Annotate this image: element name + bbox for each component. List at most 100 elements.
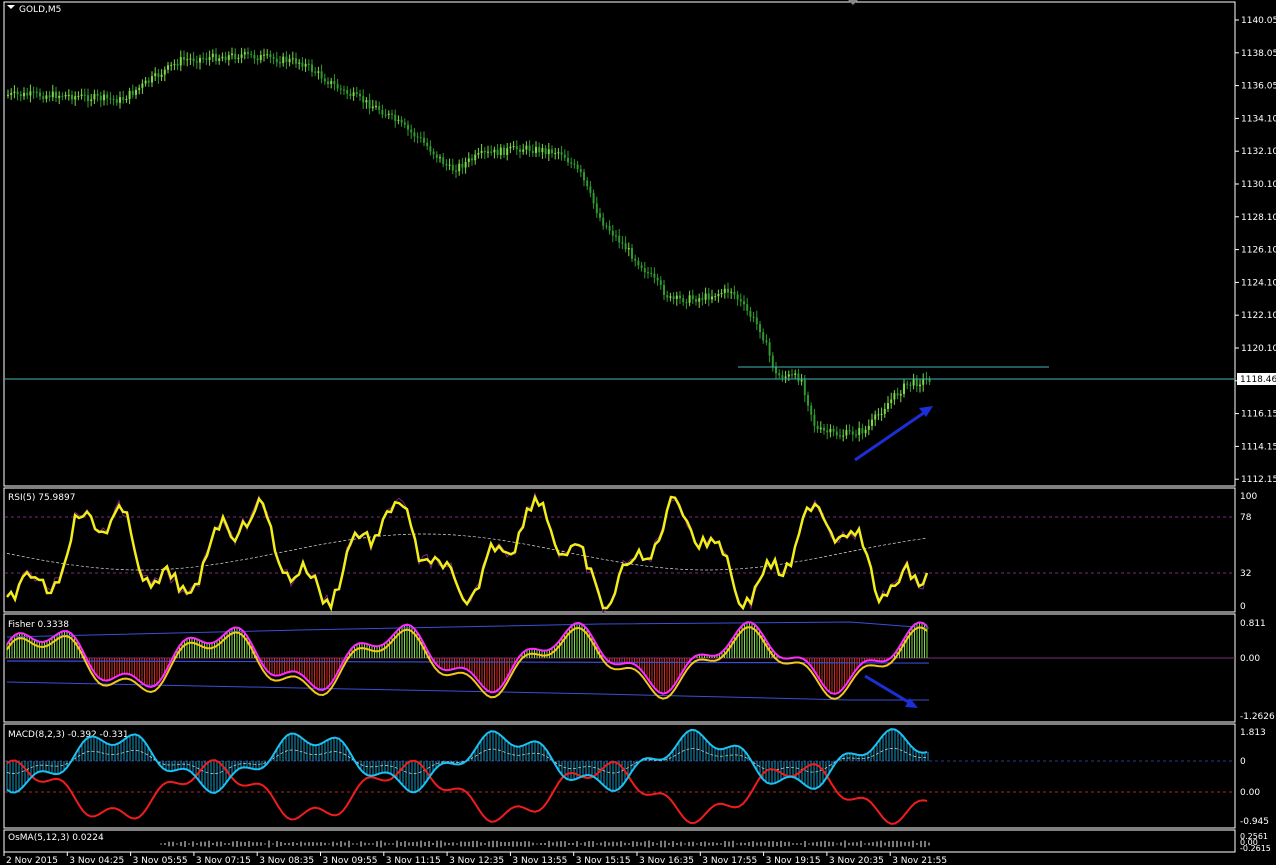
candle-body bbox=[464, 162, 467, 168]
osma-bar bbox=[884, 842, 886, 846]
candle-body bbox=[205, 58, 208, 60]
candle-body bbox=[23, 92, 25, 97]
rsi-tick: 78 bbox=[1240, 513, 1252, 523]
candle-body bbox=[330, 81, 333, 85]
osma-bar bbox=[472, 840, 474, 848]
candle-body bbox=[288, 58, 291, 63]
osma-bar bbox=[680, 841, 682, 847]
time-tick-label: 3 Nov 19:15 bbox=[766, 856, 821, 865]
candle-body bbox=[784, 376, 787, 378]
candle-body bbox=[791, 374, 793, 376]
candle-body bbox=[317, 71, 320, 73]
osma-bar bbox=[316, 842, 318, 846]
candle-body bbox=[13, 91, 16, 93]
osma-bar bbox=[424, 841, 426, 847]
osma-bar bbox=[832, 841, 834, 847]
candle-body bbox=[883, 408, 886, 414]
macd-pane[interactable]: MACD(8,2,3) -0.392 -0.331 1.813 0 0.00 -… bbox=[3, 723, 1269, 829]
candle-body bbox=[339, 88, 342, 90]
time-axis: 2 Nov 2015 3 Nov 04:25 3 Nov 05:55 3 Nov 07… bbox=[3, 851, 1235, 865]
candle-body bbox=[490, 151, 493, 153]
chart-window[interactable]: GOLD,M5 1140.05 1138.05 1136.05 1134.10 1132… bbox=[0, 0, 1276, 865]
osma-bar bbox=[196, 843, 198, 845]
osma-bar bbox=[604, 841, 606, 847]
osma-bar bbox=[204, 841, 206, 847]
candle-body bbox=[499, 147, 502, 156]
osma-bar bbox=[888, 841, 890, 847]
candle-body bbox=[272, 57, 275, 59]
osma-pane[interactable]: OsMA(5,12,3) 0.0224 0.2561 0.00 -0.2615 bbox=[3, 829, 1271, 853]
candle-body bbox=[448, 164, 451, 166]
candle-body bbox=[759, 324, 761, 333]
osma-bar bbox=[436, 840, 438, 848]
candle-body bbox=[381, 110, 384, 115]
price-tick-label: 1134.10 bbox=[1241, 114, 1276, 124]
osma-bar bbox=[644, 841, 646, 847]
uptrend-arrow[interactable] bbox=[854, 406, 933, 462]
osma-bar bbox=[736, 843, 738, 845]
candle-body bbox=[442, 157, 445, 164]
osma-bar bbox=[892, 840, 894, 848]
osma-bar bbox=[580, 843, 582, 845]
candle-body bbox=[451, 164, 454, 171]
candle-body bbox=[695, 299, 697, 302]
osma-bar bbox=[376, 841, 378, 847]
candle-body bbox=[253, 54, 256, 59]
candle-body bbox=[771, 355, 774, 368]
osma-bar bbox=[804, 840, 806, 848]
osma-bar bbox=[912, 840, 914, 848]
time-tick-label: 2 Nov 2015 bbox=[6, 856, 58, 865]
osma-bar bbox=[904, 842, 906, 846]
osma-bar bbox=[532, 842, 534, 846]
osma-bar bbox=[852, 842, 854, 846]
candle-body bbox=[867, 425, 870, 430]
candle-body bbox=[589, 186, 592, 193]
fisher-tick: 0.811 bbox=[1240, 619, 1266, 629]
candle-body bbox=[215, 53, 217, 62]
fisher-pane[interactable]: Fisher 0.3338 0.811 0.00 -1.2626 bbox=[3, 613, 1275, 723]
osma-bar bbox=[624, 842, 626, 846]
osma-bar bbox=[516, 841, 518, 847]
time-tick-label: 3 Nov 12:35 bbox=[449, 856, 504, 865]
time-tick-label: 3 Nov 07:15 bbox=[196, 856, 251, 865]
osma-bar bbox=[208, 840, 210, 848]
candle-body bbox=[848, 430, 851, 432]
candle-body bbox=[423, 137, 425, 143]
candle-body bbox=[144, 80, 147, 84]
osma-bar bbox=[464, 841, 466, 847]
candle-body bbox=[109, 98, 112, 100]
candle-body bbox=[611, 230, 614, 236]
fisher-down-arrow[interactable] bbox=[864, 674, 918, 708]
osma-bar bbox=[928, 842, 930, 846]
osma-bar bbox=[432, 843, 434, 845]
osma-bar bbox=[704, 841, 706, 847]
candle-body bbox=[503, 147, 505, 155]
osma-bar bbox=[300, 841, 302, 847]
osma-bar bbox=[780, 840, 782, 848]
candle-body bbox=[154, 73, 157, 77]
candle-body bbox=[250, 53, 253, 55]
osma-bar bbox=[276, 841, 278, 847]
osma-bar bbox=[536, 843, 538, 845]
candle-body bbox=[496, 149, 499, 156]
osma-bar bbox=[696, 843, 698, 845]
candle-body bbox=[631, 248, 633, 259]
candle-body bbox=[435, 154, 438, 158]
symbol-dropdown-icon[interactable] bbox=[7, 5, 15, 9]
price-tick-label: 1130.10 bbox=[1241, 180, 1276, 190]
osma-bar bbox=[256, 842, 258, 846]
osma-bar bbox=[760, 841, 762, 847]
macd-axis: 1.813 0 0.00 -0.945 bbox=[1240, 728, 1269, 827]
candle-body bbox=[362, 96, 365, 103]
main-price-pane[interactable]: GOLD,M5 1140.05 1138.05 1136.05 1134.10 1132… bbox=[3, 0, 1276, 487]
osma-bar bbox=[924, 840, 926, 848]
candle-body bbox=[531, 150, 534, 153]
macd-label: MACD(8,2,3) -0.392 -0.331 bbox=[8, 730, 129, 740]
osma-bar bbox=[756, 842, 758, 846]
osma-bar bbox=[616, 842, 618, 846]
osma-bar bbox=[800, 843, 802, 845]
rsi-pane[interactable]: RSI(5) 75.9897 100 78 32 0 bbox=[3, 487, 1257, 615]
candle-body bbox=[650, 272, 653, 274]
osma-bar bbox=[440, 840, 442, 848]
candle-body bbox=[691, 295, 694, 300]
